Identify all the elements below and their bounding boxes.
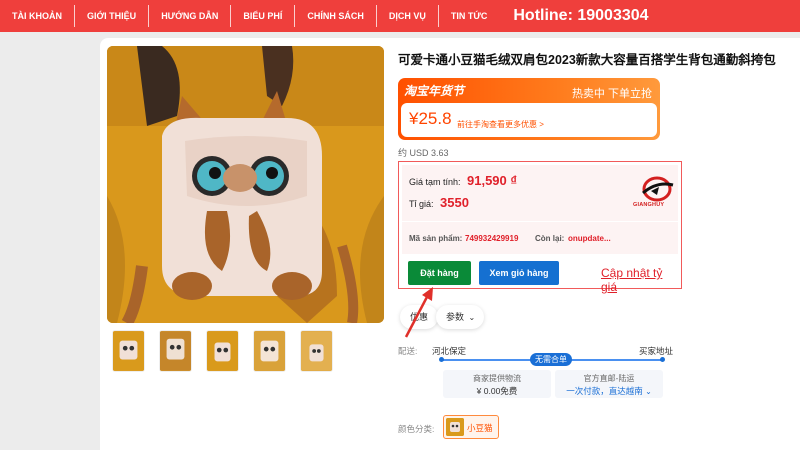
- price: ¥25.8: [409, 109, 452, 128]
- shipping-badge: 无需合单: [530, 353, 572, 366]
- promo-right-text: 热卖中 下单立抢: [571, 88, 652, 100]
- direct-shipping-note-text: 一次付款，直达越南: [566, 386, 643, 396]
- route-end-dot: [660, 357, 665, 362]
- plush-backpack-illustration: [107, 46, 384, 323]
- promo-banner: 淘宝年货节 热卖中 下单立抢 ¥25.8 前往手淘查看更多优惠 >: [398, 78, 660, 140]
- update-rate-link[interactable]: Cập nhật tỷ giá: [601, 266, 681, 294]
- route-start-dot: [439, 357, 444, 362]
- promo-note-link[interactable]: 前往手淘查看更多优惠 >: [457, 119, 544, 130]
- shipping-label: 配送:: [398, 346, 418, 356]
- params-pill-label: 参数: [446, 312, 465, 322]
- seller-logistics-fee: ¥ 0.00免费: [476, 386, 518, 396]
- rate-value: 3550: [440, 195, 469, 210]
- params-pill[interactable]: 参数 ⌄: [436, 305, 484, 329]
- color-option-label: 小豆猫: [467, 423, 493, 433]
- remaining-value: onupdate...: [568, 234, 611, 243]
- calc-summary: Giá tạm tính: 91,590 ₫ Tỉ giá: 3550 GIAN…: [402, 165, 678, 221]
- product-main-image[interactable]: [107, 46, 384, 323]
- product-code-row: Mã sản phẩm: 749932429919 Còn lại: onupd…: [402, 222, 678, 254]
- usd-price: 约 USD 3.63: [398, 148, 449, 158]
- shipping-option-direct[interactable]: 官方直邮-陆运 一次付款，直达越南 ⌄: [555, 370, 663, 398]
- order-button[interactable]: Đặt hàng: [408, 261, 471, 285]
- color-option-xiaodoumao[interactable]: 小豆猫: [443, 415, 499, 439]
- remaining-label: Còn lại:: [535, 234, 565, 243]
- nav-fees[interactable]: BIỂU PHÍ: [231, 5, 296, 27]
- temp-price-label: Giá tạm tính:: [409, 177, 461, 187]
- nav-news[interactable]: TIN TỨC: [439, 5, 499, 27]
- promo-label: 淘宝年货节: [404, 84, 465, 98]
- color-option-thumbnail: [446, 418, 464, 436]
- seller-logistics-label: 商家提供物流: [473, 374, 521, 383]
- product-title: 可爱卡通小豆猫毛绒双肩包2023新款大容量百搭学生背包通勤斜挎包: [398, 53, 776, 67]
- nav-policy[interactable]: CHÍNH SÁCH: [295, 5, 377, 27]
- chevron-down-icon: ⌄: [645, 387, 652, 396]
- top-navigation: TÀI KHOẢN GIỚI THIỆU HƯỚNG DẪN BIỂU PHÍ …: [0, 0, 800, 32]
- code-value: 749932429919: [465, 234, 519, 243]
- rate-label: Tỉ giá:: [409, 199, 434, 209]
- nav-account[interactable]: TÀI KHOẢN: [0, 5, 75, 27]
- color-label: 颜色分类:: [398, 424, 435, 434]
- direct-shipping-label: 官方直邮-陆运: [583, 374, 635, 383]
- thumbnail-3[interactable]: [206, 330, 239, 372]
- thumbnail-4[interactable]: [253, 330, 286, 372]
- nav-about[interactable]: GIỚI THIỆU: [75, 5, 150, 27]
- thumbnail-strip: [112, 330, 333, 372]
- price-panel: ¥25.8 前往手淘查看更多优惠 >: [401, 103, 657, 137]
- code-label: Mã sản phẩm:: [409, 234, 463, 243]
- shipping-destination[interactable]: 买家地址: [639, 345, 673, 357]
- shipping-option-seller: 商家提供物流 ¥ 0.00免费: [443, 370, 551, 398]
- chevron-down-icon: ⌄: [468, 313, 476, 322]
- nav-guide[interactable]: HƯỚNG DẪN: [149, 5, 232, 27]
- temp-price-value: 91,590 ₫: [467, 173, 518, 188]
- direct-shipping-note: 一次付款，直达越南 ⌄: [555, 385, 663, 397]
- view-cart-button[interactable]: Xem giỏ hàng: [479, 261, 559, 285]
- annotation-arrow-icon: [404, 287, 433, 338]
- shipping-origin: 河北保定: [432, 346, 467, 356]
- hotline[interactable]: Hotline: 19003304: [499, 7, 648, 25]
- nav-services[interactable]: DỊCH VỤ: [377, 5, 439, 27]
- thumbnail-2[interactable]: [159, 330, 192, 372]
- thumbnail-1[interactable]: [112, 330, 145, 372]
- thumbnail-5[interactable]: [300, 330, 333, 372]
- price-calculator-box: Giá tạm tính: 91,590 ₫ Tỉ giá: 3550 GIAN…: [398, 161, 682, 294]
- brand-text: GIANGHUY: [633, 202, 665, 208]
